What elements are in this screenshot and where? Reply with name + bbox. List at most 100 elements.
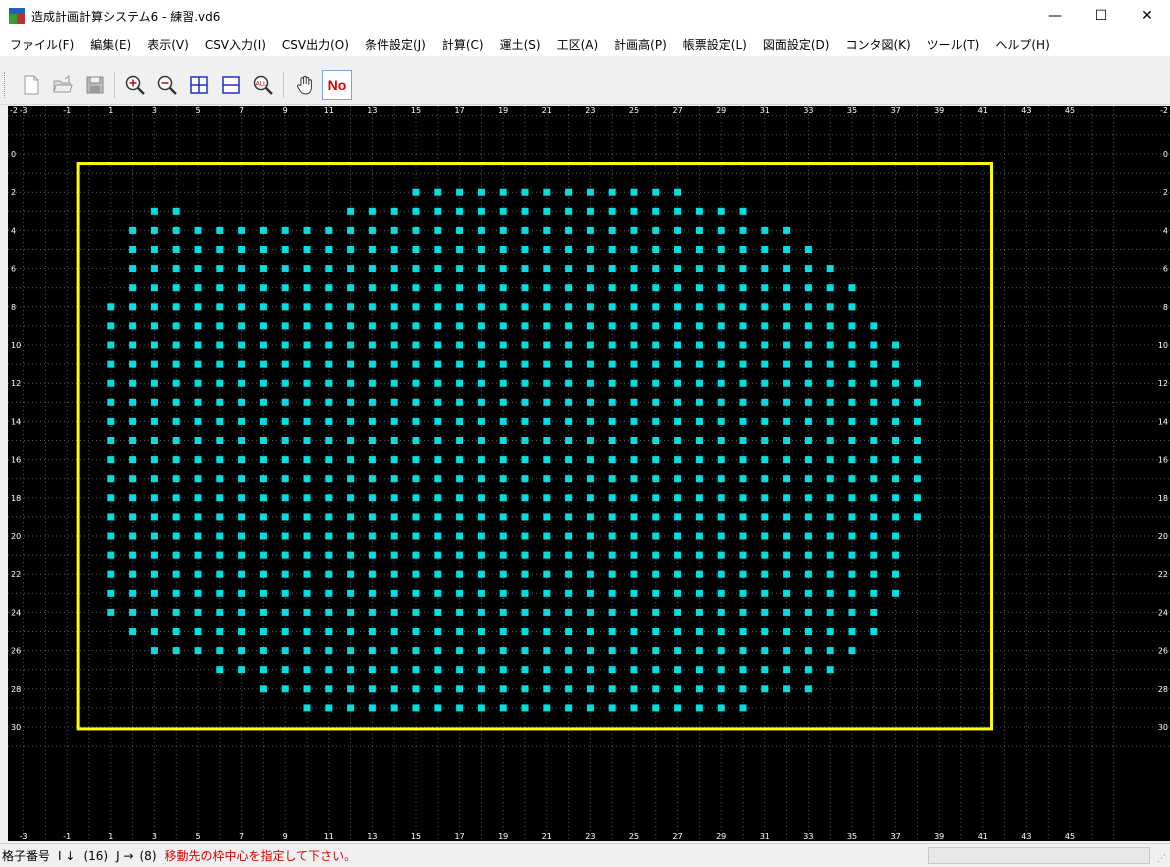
grid-point[interactable] — [739, 398, 747, 406]
grid-point[interactable] — [368, 284, 376, 292]
grid-point[interactable] — [717, 437, 725, 444]
grid-point[interactable] — [586, 666, 594, 674]
grid-point[interactable] — [390, 322, 398, 330]
grid-point[interactable] — [107, 322, 115, 330]
grid-point[interactable] — [499, 608, 507, 616]
grid-point[interactable] — [434, 284, 442, 292]
grid-point[interactable] — [412, 322, 420, 330]
grid-point[interactable] — [783, 475, 791, 483]
grid-point[interactable] — [107, 437, 115, 444]
grid-point[interactable] — [390, 207, 398, 215]
grid-point[interactable] — [848, 341, 856, 349]
grid-point[interactable] — [347, 437, 355, 444]
grid-point[interactable] — [216, 666, 224, 674]
grid-point[interactable] — [477, 379, 485, 387]
grid-point[interactable] — [565, 628, 573, 635]
grid-point[interactable] — [848, 456, 856, 464]
grid-point[interactable] — [761, 551, 769, 559]
grid-point[interactable] — [281, 322, 289, 330]
grid-point[interactable] — [281, 647, 289, 655]
grid-point[interactable] — [543, 494, 551, 502]
grid-point[interactable] — [848, 551, 856, 559]
grid-point[interactable] — [761, 685, 769, 693]
grid-point[interactable] — [848, 398, 856, 406]
grid-point[interactable] — [848, 360, 856, 368]
grid-point[interactable] — [303, 379, 311, 387]
grid-point[interactable] — [368, 589, 376, 597]
grid-point[interactable] — [325, 570, 333, 578]
grid-point[interactable] — [804, 532, 812, 540]
grid-point[interactable] — [390, 226, 398, 234]
grid-point[interactable] — [892, 341, 900, 349]
grid-point[interactable] — [456, 226, 464, 234]
grid-point[interactable] — [412, 513, 420, 521]
grid-point[interactable] — [150, 284, 158, 292]
grid-point[interactable] — [368, 322, 376, 330]
grid-point[interactable] — [717, 341, 725, 349]
grid-point[interactable] — [652, 417, 660, 425]
grid-point[interactable] — [107, 417, 115, 425]
grid-point[interactable] — [543, 666, 551, 674]
grid-point[interactable] — [630, 513, 638, 521]
grid-point[interactable] — [303, 398, 311, 406]
grid-point[interactable] — [870, 475, 878, 483]
grid-point[interactable] — [456, 341, 464, 349]
grid-point[interactable] — [695, 685, 703, 693]
grid-point[interactable] — [870, 341, 878, 349]
zoom-in-button[interactable] — [120, 70, 150, 100]
grid-point[interactable] — [303, 532, 311, 540]
grid-point[interactable] — [303, 341, 311, 349]
grid-point[interactable] — [368, 246, 376, 253]
grid-point[interactable] — [194, 628, 202, 635]
grid-point[interactable] — [238, 379, 246, 387]
grid-point[interactable] — [368, 513, 376, 521]
grid-point[interactable] — [565, 246, 573, 253]
grid-point[interactable] — [477, 532, 485, 540]
grid-point[interactable] — [368, 570, 376, 578]
grid-point[interactable] — [695, 532, 703, 540]
grid-point[interactable] — [674, 360, 682, 368]
grid-point[interactable] — [368, 379, 376, 387]
grid-point[interactable] — [739, 628, 747, 635]
grid-point[interactable] — [434, 685, 442, 693]
grid-point[interactable] — [238, 475, 246, 483]
grid-point[interactable] — [412, 494, 420, 502]
grid-point[interactable] — [347, 628, 355, 635]
grid-point[interactable] — [368, 398, 376, 406]
grid-point[interactable] — [783, 341, 791, 349]
grid-point[interactable] — [695, 417, 703, 425]
grid-point[interactable] — [783, 303, 791, 311]
grid-point[interactable] — [150, 456, 158, 464]
grid-point[interactable] — [783, 494, 791, 502]
grid-point[interactable] — [761, 303, 769, 311]
grid-point[interactable] — [608, 532, 616, 540]
grid-point[interactable] — [586, 532, 594, 540]
grid-point[interactable] — [412, 341, 420, 349]
grid-point[interactable] — [521, 188, 529, 196]
grid-point[interactable] — [456, 628, 464, 635]
grid-point[interactable] — [543, 551, 551, 559]
grid-point[interactable] — [150, 303, 158, 311]
grid-point[interactable] — [630, 494, 638, 502]
grid-point[interactable] — [477, 589, 485, 597]
grid-point[interactable] — [107, 513, 115, 521]
grid-point[interactable] — [565, 456, 573, 464]
grid-point[interactable] — [565, 379, 573, 387]
grid-point[interactable] — [565, 608, 573, 616]
grid-point[interactable] — [608, 628, 616, 635]
grid-point[interactable] — [259, 666, 267, 674]
grid-point[interactable] — [172, 284, 180, 292]
grid-point[interactable] — [303, 551, 311, 559]
grid-point[interactable] — [783, 666, 791, 674]
grid-point[interactable] — [150, 246, 158, 253]
grid-point[interactable] — [499, 551, 507, 559]
grid-point[interactable] — [129, 284, 137, 292]
grid-point[interactable] — [870, 494, 878, 502]
grid-point[interactable] — [761, 647, 769, 655]
grid-point[interactable] — [259, 265, 267, 273]
menu-plan-height[interactable]: 計画高(P) — [606, 36, 675, 53]
grid-point[interactable] — [565, 532, 573, 540]
grid-point[interactable] — [586, 303, 594, 311]
grid-point[interactable] — [892, 379, 900, 387]
grid-point[interactable] — [913, 456, 921, 464]
